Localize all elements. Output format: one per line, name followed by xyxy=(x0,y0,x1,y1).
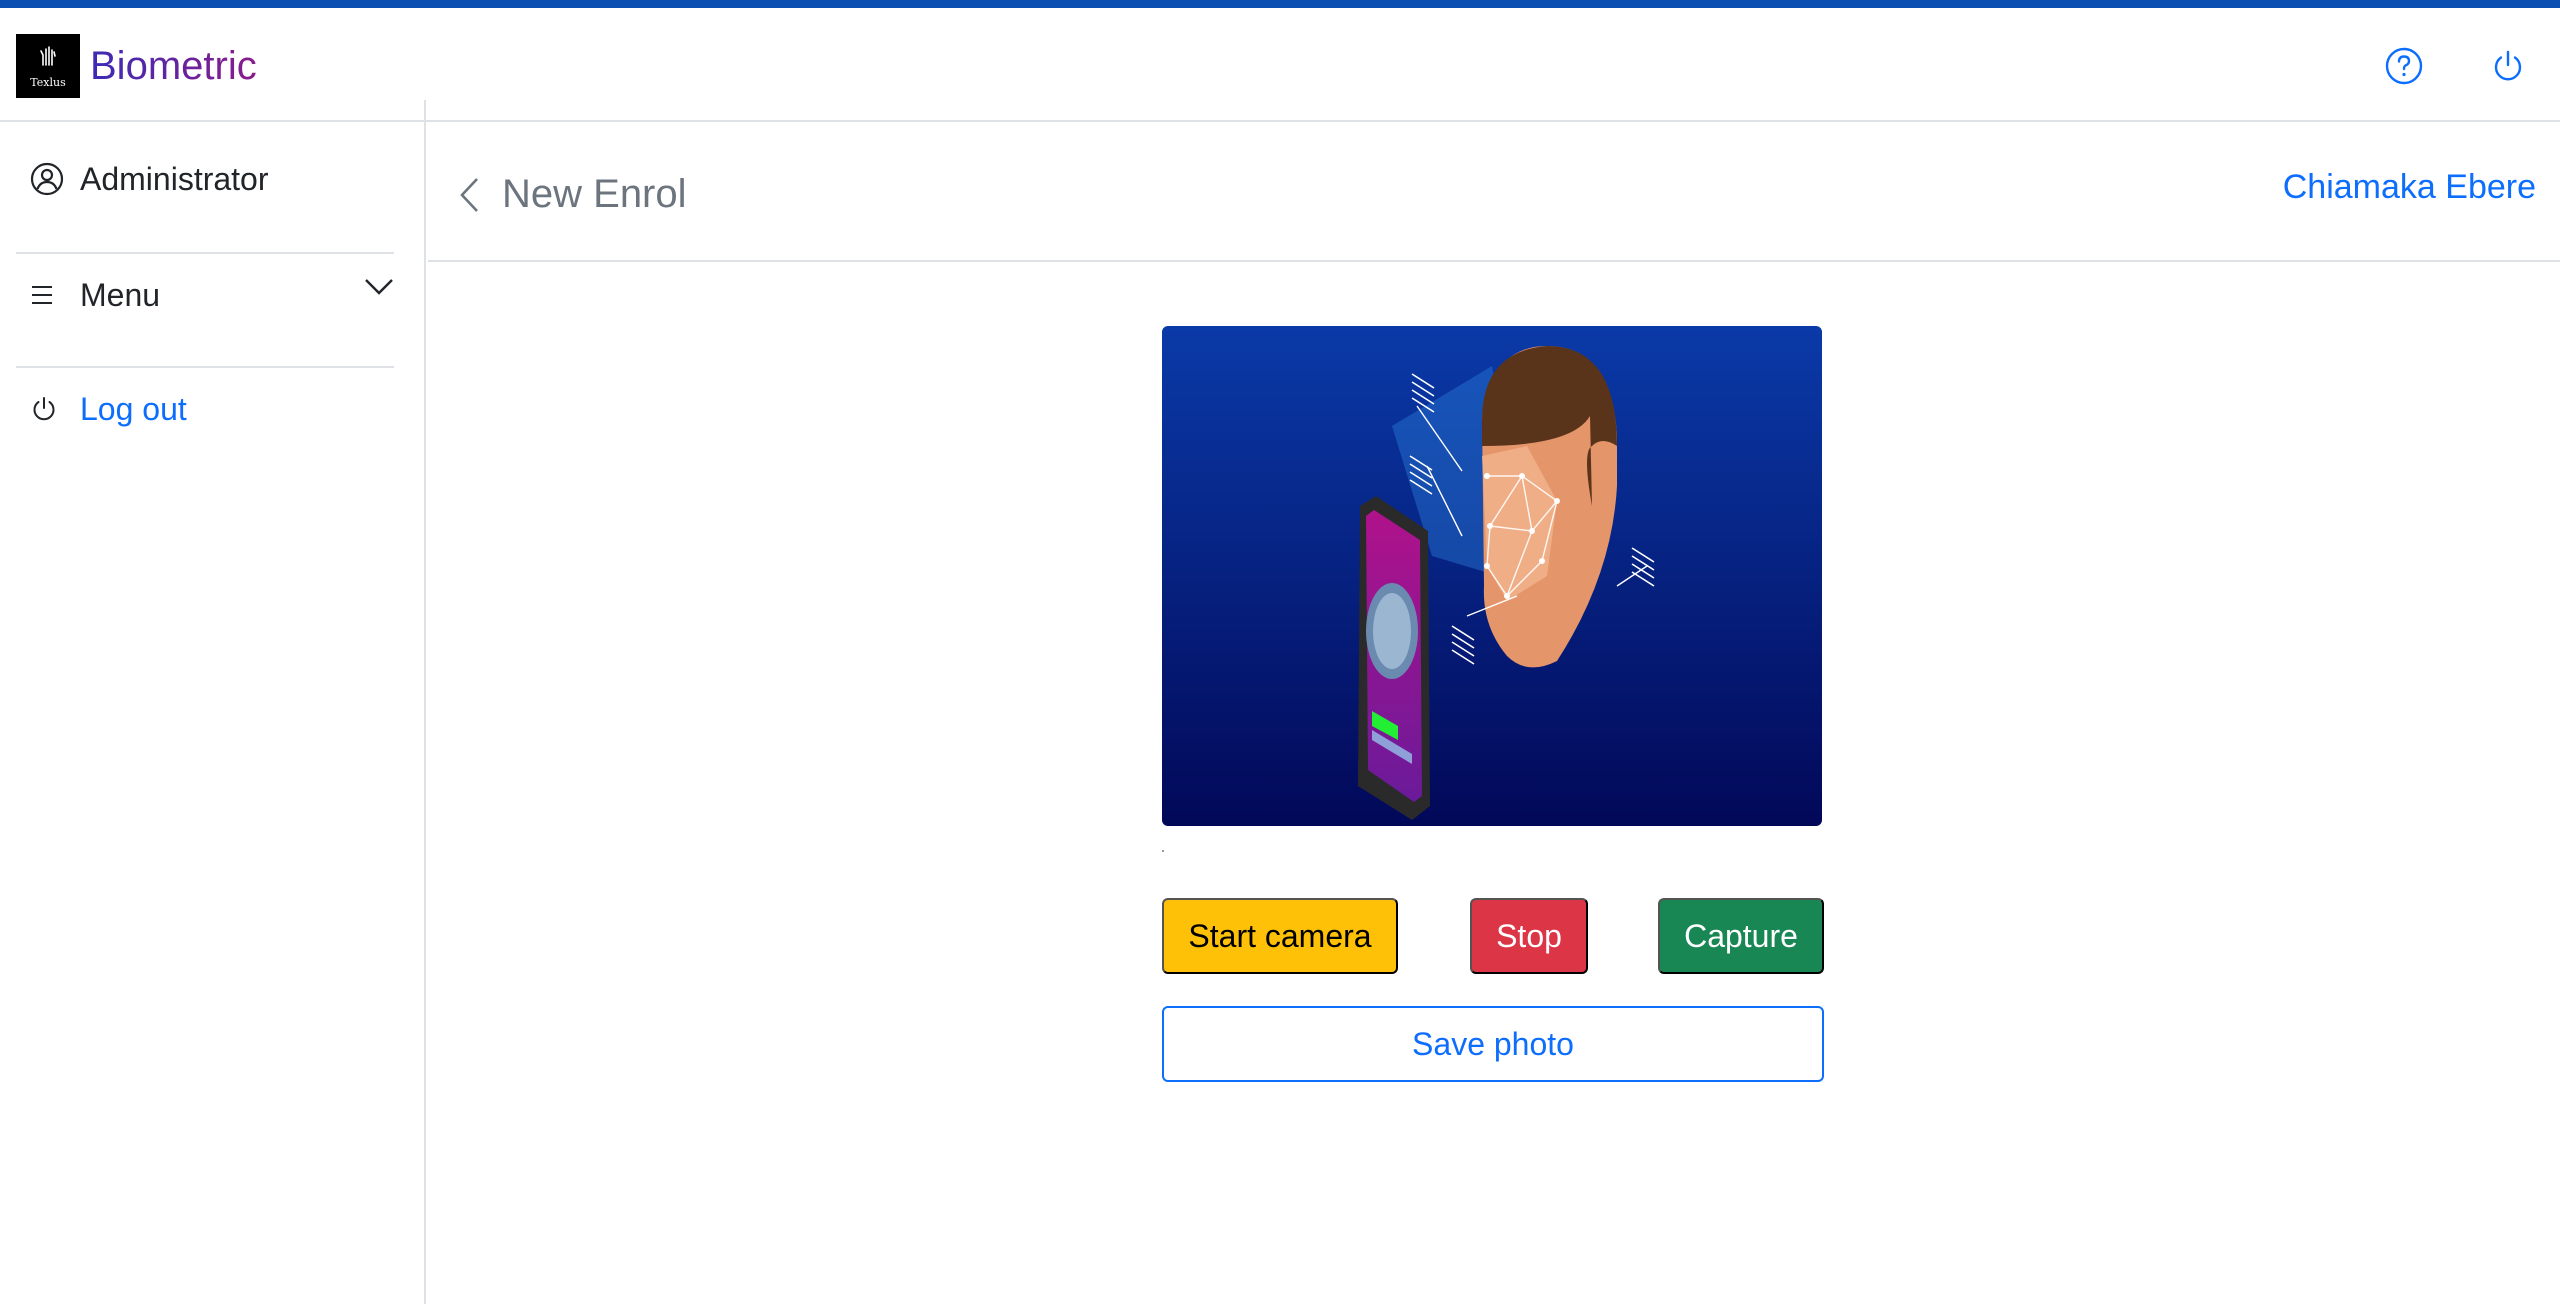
user-name-link[interactable]: Chiamaka Ebere xyxy=(2283,168,2536,207)
capture-button[interactable]: Capture xyxy=(1658,898,1824,974)
sidebar-item-label: Administrator xyxy=(80,160,269,197)
help-icon[interactable] xyxy=(2382,44,2426,88)
logo-text: Texlus xyxy=(30,76,66,89)
stop-button[interactable]: Stop xyxy=(1470,898,1588,974)
sidebar-item-label: Menu xyxy=(80,276,161,313)
app-logo: Texlus xyxy=(16,34,80,98)
back-arrow-icon[interactable] xyxy=(458,176,480,219)
save-photo-button[interactable]: Save photo xyxy=(1162,1006,1824,1082)
sidebar-item-administrator[interactable]: Administrator xyxy=(16,122,394,236)
user-circle-icon xyxy=(16,162,80,196)
hamburger-icon xyxy=(16,284,80,306)
status-dot xyxy=(1162,850,1164,852)
chevron-down-icon[interactable] xyxy=(364,278,394,301)
sidebar-item-label: Log out xyxy=(80,390,187,427)
sidebar-item-menu[interactable]: Menu xyxy=(16,238,394,352)
sidebar: Administrator Menu Log out xyxy=(0,100,426,1304)
page-title: New Enrol xyxy=(502,172,687,216)
power-icon[interactable] xyxy=(2486,44,2530,88)
sidebar-item-logout[interactable]: Log out xyxy=(16,352,394,466)
page-header: New Enrol Chiamaka Ebere xyxy=(428,124,2560,262)
top-accent-bar xyxy=(0,0,2560,8)
start-camera-button[interactable]: Start camera xyxy=(1162,898,1398,974)
power-icon xyxy=(16,395,80,423)
face-recognition-illustration xyxy=(1162,326,1822,826)
hand-logo-icon xyxy=(37,43,59,72)
brand-title: Biometric xyxy=(90,44,257,88)
